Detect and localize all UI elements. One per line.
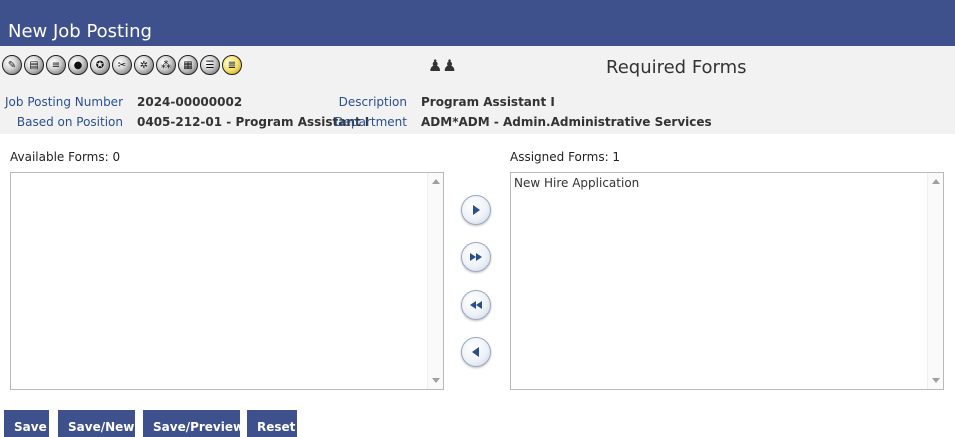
people-icon[interactable]: ♟♟ — [428, 56, 457, 76]
wrench-icon[interactable]: ✂ — [112, 55, 132, 75]
position-label: Based on Position — [16, 115, 123, 129]
window-title: New Job Posting — [8, 21, 152, 42]
window-title-bar: New Job Posting — [0, 0, 955, 46]
assigned-forms-list[interactable]: New Hire Application — [510, 172, 944, 390]
available-forms-scrollbar[interactable] — [427, 173, 443, 389]
book-icon[interactable]: ▤ — [24, 55, 44, 75]
scroll-down-icon[interactable] — [932, 378, 940, 383]
save-button[interactable]: Save — [4, 410, 49, 437]
cluster-icon[interactable]: ⁂ — [156, 55, 176, 75]
ribbon-icon[interactable]: ✪ — [90, 55, 110, 75]
move-right-icon — [473, 205, 480, 215]
assigned-forms-label: Assigned Forms: 1 — [510, 150, 621, 164]
available-forms-label: Available Forms: 0 — [10, 150, 121, 164]
posting-number-label: Job Posting Number — [5, 95, 123, 109]
pen-icon[interactable]: ✎ — [2, 55, 22, 75]
move-all-left-button[interactable] — [461, 290, 491, 320]
section-title: Required Forms — [606, 57, 747, 78]
move-all-right-button[interactable] — [461, 242, 491, 272]
scroll-up-icon[interactable] — [432, 179, 440, 184]
assigned-forms-scrollbar[interactable] — [927, 173, 943, 389]
move-left-icon — [472, 347, 479, 357]
save-preview-button[interactable]: Save/Preview — [143, 410, 244, 437]
checklist-icon[interactable]: ≣ — [222, 55, 242, 75]
description-label: Description — [338, 95, 407, 109]
move-left-button[interactable] — [461, 337, 491, 367]
posting-number-value: 2024-00000002 — [137, 95, 243, 109]
notes-icon[interactable]: ≡ — [46, 55, 66, 75]
department-label: Department — [334, 115, 407, 129]
toolbar-area: ✎ ▤ ≡ ● ✪ ✂ ✲ ⁂ ▦ ☰ ≣ ♟♟ Required Forms … — [0, 46, 955, 134]
table-icon[interactable]: ▦ — [178, 55, 198, 75]
gear-icon[interactable]: ✲ — [134, 55, 154, 75]
move-right-button[interactable] — [461, 195, 491, 225]
globe-icon[interactable]: ● — [68, 55, 88, 75]
save-new-button[interactable]: Save/New — [58, 410, 135, 437]
department-value: ADM*ADM - Admin.Administrative Services — [421, 115, 712, 129]
move-all-right-icon — [470, 253, 482, 261]
document-icon[interactable]: ☰ — [200, 55, 220, 75]
scroll-down-icon[interactable] — [432, 378, 440, 383]
description-value: Program Assistant I — [421, 95, 555, 109]
list-item[interactable]: New Hire Application — [511, 173, 943, 193]
move-all-left-icon — [470, 301, 482, 309]
toolbar-icons: ✎ ▤ ≡ ● ✪ ✂ ✲ ⁂ ▦ ☰ ≣ — [2, 55, 242, 75]
reset-button[interactable]: Reset — [247, 410, 297, 437]
scroll-up-icon[interactable] — [932, 179, 940, 184]
available-forms-list[interactable] — [10, 172, 444, 390]
